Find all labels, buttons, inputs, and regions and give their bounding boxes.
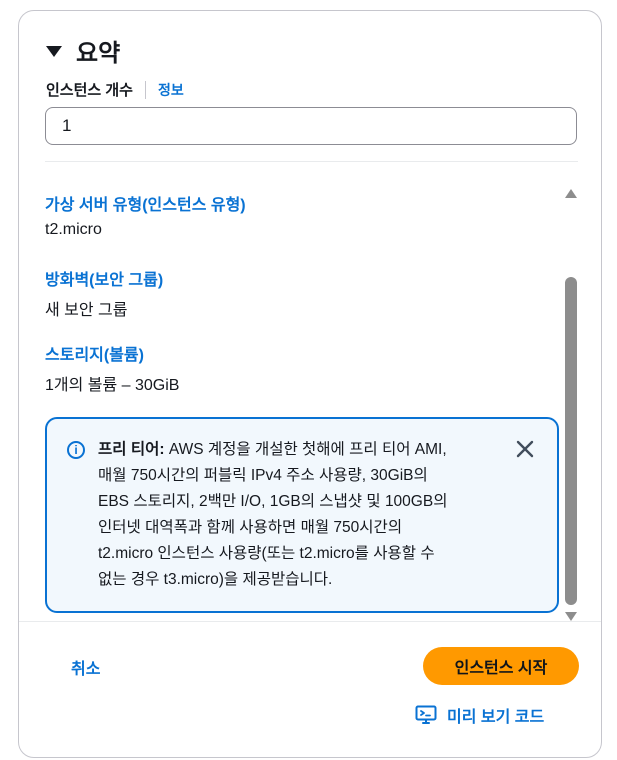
free-tier-alert-line: AWS 계정을 개설한 첫해에 프리 티어 AMI, bbox=[168, 441, 447, 458]
free-tier-alert-line: t2.micro 인스턴스 사용량(또는 t2.micro를 사용할 수 bbox=[98, 545, 435, 562]
security-group-value: 새 보안 그룹 bbox=[45, 302, 128, 319]
free-tier-alert-text: 프리 티어: AWS 계정을 개설한 첫해에 프리 티어 AMI, 매월 750… bbox=[98, 437, 498, 593]
vertical-scrollbar[interactable] bbox=[563, 189, 579, 625]
preview-code-label: 미리 보기 코드 bbox=[447, 709, 545, 726]
free-tier-alert-title: 프리 티어: bbox=[98, 441, 165, 458]
security-group-field: 방화벽(보안 그룹) 새 보안 그룹 bbox=[45, 266, 163, 320]
storage-value: 1개의 볼륨 – 30GiB bbox=[45, 377, 180, 394]
free-tier-alert-line: 인터넷 대역폭과 함께 사용하면 매월 750시간의 bbox=[98, 519, 403, 536]
security-group-link[interactable]: 방화벽(보안 그룹) bbox=[45, 266, 163, 290]
section-divider bbox=[45, 161, 578, 162]
code-preview-icon bbox=[415, 705, 437, 724]
scrollbar-thumb[interactable] bbox=[565, 277, 577, 605]
free-tier-alert: i 프리 티어: AWS 계정을 개설한 첫해에 프리 티어 AMI, 매월 7… bbox=[45, 417, 559, 613]
info-icon: i bbox=[67, 441, 85, 459]
instance-count-input[interactable] bbox=[45, 107, 577, 145]
instance-type-value: t2.micro bbox=[45, 221, 102, 238]
instance-type-link[interactable]: 가상 서버 유형(인스턴스 유형) bbox=[45, 191, 246, 215]
storage-link[interactable]: 스토리지(볼륨) bbox=[45, 341, 179, 365]
close-icon[interactable] bbox=[515, 439, 535, 459]
free-tier-alert-line: EBS 스토리지, 2백만 I/O, 1GB의 스냅샷 및 100GB의 bbox=[98, 493, 448, 510]
cancel-button[interactable]: 취소 bbox=[59, 651, 112, 683]
instance-count-label: 인스턴스 개수 bbox=[46, 82, 133, 99]
scroll-up-arrow-icon[interactable] bbox=[565, 189, 577, 198]
summary-panel: 요약 인스턴스 개수 정보 가상 서버 유형(인스턴스 유형) t2.micro… bbox=[18, 10, 602, 758]
summary-header[interactable]: 요약 bbox=[46, 33, 120, 68]
summary-title: 요약 bbox=[76, 40, 121, 67]
free-tier-alert-line: 매월 750시간의 퍼블릭 IPv4 주소 사용량, 30GiB의 bbox=[98, 467, 428, 484]
summary-details-scroll-area[interactable]: 가상 서버 유형(인스턴스 유형) t2.micro 방화벽(보안 그룹) 새 … bbox=[45, 181, 585, 621]
info-link[interactable]: 정보 bbox=[158, 80, 184, 100]
scroll-down-arrow-icon[interactable] bbox=[565, 612, 577, 621]
footer-divider bbox=[19, 621, 601, 622]
storage-field: 스토리지(볼륨) 1개의 볼륨 – 30GiB bbox=[45, 341, 179, 395]
label-divider bbox=[144, 80, 146, 99]
free-tier-alert-line: 없는 경우 t3.micro)을 제공받습니다. bbox=[98, 571, 333, 588]
preview-code-link[interactable]: 미리 보기 코드 bbox=[415, 703, 544, 727]
instance-type-field: 가상 서버 유형(인스턴스 유형) t2.micro bbox=[45, 191, 246, 239]
launch-instance-button[interactable]: 인스턴스 시작 bbox=[423, 647, 579, 685]
instance-count-label-row: 인스턴스 개수 정보 bbox=[46, 79, 184, 100]
caret-down-icon[interactable] bbox=[46, 46, 62, 57]
